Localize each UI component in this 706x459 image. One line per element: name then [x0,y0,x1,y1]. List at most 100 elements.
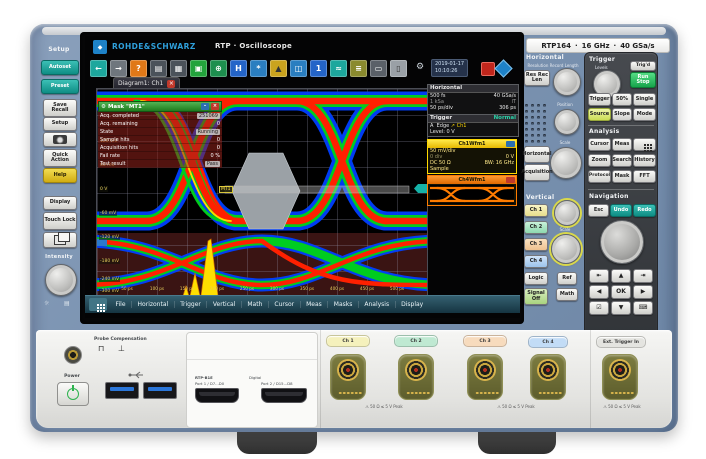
trigger-button[interactable]: Trigger [588,93,611,106]
quick-action-button[interactable]: Quick Action [43,149,77,167]
esc-button[interactable]: Esc [588,204,609,217]
search-icon[interactable]: H [230,60,247,77]
zoom-icon[interactable]: ⊕ [210,60,227,77]
mask-results-panel[interactable]: ⚙ Mask "MT1" – × Acq. completed251069 Ac… [98,101,222,168]
horizontal-info-panel[interactable]: Horizontal 500 fs40 GSa/s 1 kSaIT 50 ps/… [427,84,519,115]
minimize-icon[interactable] [506,141,515,147]
source-button[interactable]: Source [588,108,611,121]
mode-button[interactable]: Mode [633,108,656,121]
tab-close-icon[interactable]: × [167,80,175,88]
menu-file[interactable]: File [110,301,131,308]
trigger-level-flag[interactable] [414,184,427,193]
horizontal-position-knob[interactable] [554,109,580,135]
menu-analysis[interactable]: Analysis [358,301,395,308]
menu-trigger[interactable]: Trigger [174,301,207,308]
vertical-scale-knob[interactable] [551,234,581,264]
mask-button[interactable]: Mask [612,170,632,183]
channel1-button[interactable]: Ch 1 [524,204,548,217]
acquisition-button[interactable]: Acquisition [524,164,550,181]
single-button[interactable]: Single [633,93,656,106]
horizontal-scale-knob[interactable] [550,147,582,179]
logic-button[interactable]: Logic [524,272,548,285]
meas-button[interactable]: Meas [612,138,632,151]
close-icon[interactable] [506,177,515,183]
up-key[interactable]: ▲ [611,269,631,283]
display-switch-button[interactable] [43,232,77,248]
setup-button[interactable]: Setup [43,117,77,131]
help-icon[interactable]: ? [130,60,147,77]
menu-display[interactable]: Display [395,301,429,308]
search-button[interactable]: Search [612,154,632,167]
preset-button[interactable]: Preset [41,79,79,94]
vertical-position-knob[interactable] [554,200,580,226]
cursor-button[interactable]: Cursor [588,138,611,151]
camera-button[interactable] [43,132,77,147]
gear-icon[interactable]: ⚙ [101,104,106,110]
math-button[interactable]: Math [556,288,578,301]
protocol-button[interactable]: Protocol [588,170,611,183]
minimize-icon[interactable]: – [201,103,209,110]
down-key[interactable]: ▼ [611,301,631,315]
menu-cursor[interactable]: Cursor [268,301,300,308]
redo-button[interactable]: Redo [633,204,656,217]
eye-diagram-plot[interactable]: 120 mV 60 mV 0 V -60 mV -120 mV -180 mV … [96,88,428,297]
help-button[interactable]: Help [43,168,77,183]
cursor1-icon[interactable]: 1 [310,60,327,77]
menu-meas[interactable]: Meas [300,301,328,308]
horizontal-resolution-knob[interactable] [553,68,581,96]
checkbox-key[interactable]: ☑ [589,301,609,315]
fft-button[interactable]: FFT [633,170,656,183]
ok-key[interactable]: OK [611,285,631,299]
channel3-button[interactable]: Ch 3 [524,238,548,251]
channel4-button[interactable]: Ch 4 [524,255,548,268]
clipboard-icon[interactable]: ▯ [390,60,407,77]
menu-masks[interactable]: Masks [327,301,358,308]
close-icon[interactable]: × [211,103,219,110]
trigger-info-panel[interactable]: TriggerNormal A Edge ↗ Ch1 Level: 0 V [427,114,519,137]
save-icon[interactable]: ▦ [170,60,187,77]
settings-icon[interactable]: * [250,60,267,77]
spectrum-icon[interactable]: ≈ [330,60,347,77]
intensity-knob[interactable] [45,264,77,296]
annotation-icon[interactable]: ▲ [270,60,287,77]
left-key[interactable]: ◀ [589,285,609,299]
save-recall-button[interactable]: Save Recall [43,99,77,117]
apps-menu-button[interactable] [89,298,107,311]
right-key[interactable]: ▶ [633,285,653,299]
screenshot-icon[interactable]: ▣ [190,60,207,77]
run-stop-button[interactable]: Run Stop [630,72,656,88]
display-icon[interactable]: ◫ [290,60,307,77]
menu-vertical[interactable]: Vertical [206,301,240,308]
power-button[interactable] [57,382,89,406]
open-file-icon[interactable]: ▤ [150,60,167,77]
touch-lock-button[interactable]: Touch Lock [43,212,77,230]
ref-button[interactable]: Ref [557,272,577,285]
navigation-rotary-knob[interactable] [600,220,644,264]
res-rec-len-button[interactable]: Res Rec Len [524,70,550,86]
redo-icon[interactable]: → [110,60,127,77]
horizontal-button[interactable]: Horizontal [524,146,550,163]
zoom-button[interactable]: Zoom [588,154,611,167]
undo-button[interactable]: Undo [610,204,632,217]
apps-button[interactable] [633,138,656,151]
channel2-button[interactable]: Ch 2 [524,221,548,234]
slope-button[interactable]: Slope [612,108,632,121]
signal-off-button[interactable]: Signal Off [524,288,548,305]
channel4-signal-box[interactable]: Ch4Wfm1 [427,175,517,206]
tab-right-key[interactable]: ⇥ [633,269,653,283]
gear-icon[interactable]: ⚙ [416,62,424,72]
tab-left-key[interactable]: ⇤ [589,269,609,283]
keyboard-key[interactable]: ⌨ [633,301,653,315]
histogram-gate [225,186,409,193]
measure-icon[interactable]: ≡ [350,60,367,77]
menu-horizontal[interactable]: Horizontal [131,301,174,308]
display-button[interactable]: Display [43,196,77,210]
channel1-signal-box[interactable]: Ch1Wfm1 50 mV/div 0 div0 V DC 50 ΩBW: 16… [427,139,517,174]
fifty-percent-button[interactable]: 50% [612,93,632,106]
print-icon[interactable]: ▭ [370,60,387,77]
autoset-button[interactable]: Autoset [41,60,79,75]
history-button[interactable]: History [633,154,656,167]
mask-panel-titlebar[interactable]: ⚙ Mask "MT1" – × [98,101,222,112]
undo-icon[interactable]: ← [90,60,107,77]
menu-math[interactable]: Math [241,301,268,308]
